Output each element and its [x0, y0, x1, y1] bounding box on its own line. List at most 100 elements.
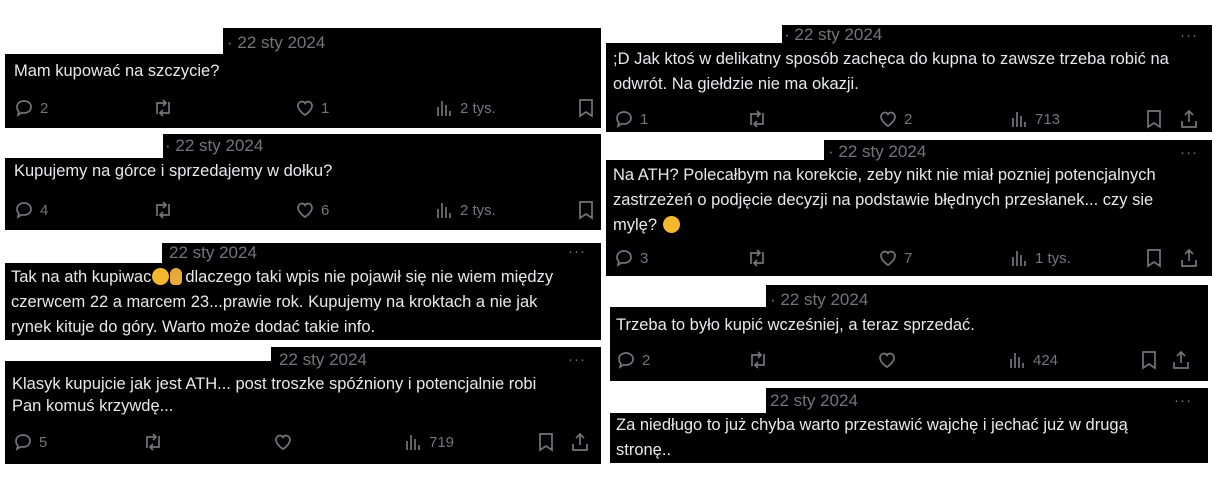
reply-icon	[16, 100, 32, 117]
tweet-card: · 22 sty 2024 ··· Na ATH? Polecałbym na …	[606, 140, 1212, 276]
reply-button[interactable]: 4	[14, 200, 48, 220]
views-button[interactable]: 719	[405, 432, 454, 452]
tweet-text-line: Tak na ath kupiwac	[11, 268, 152, 286]
bookmark-button[interactable]	[538, 432, 554, 452]
bookmark-button[interactable]	[578, 98, 594, 118]
reply-icon	[618, 352, 634, 369]
tweet-text-line: Pan komuś krzywdę...	[12, 397, 174, 415]
view-count: 1 tys.	[1035, 249, 1071, 267]
tweet-text: Za niedługo to już chyba warto przestawi…	[616, 413, 1204, 463]
reply-icon	[616, 111, 632, 128]
retweet-button[interactable]	[152, 200, 174, 220]
reply-icon	[15, 434, 31, 451]
views-icon	[1012, 251, 1026, 266]
views-button[interactable]: 2 tys.	[436, 200, 496, 220]
redacted-author	[606, 25, 782, 43]
tweet-date[interactable]: · 22 sty 2024	[828, 142, 926, 162]
reply-button[interactable]: 5	[13, 432, 47, 452]
bookmark-button[interactable]	[1141, 350, 1157, 370]
more-icon[interactable]: ···	[568, 351, 586, 368]
views-icon	[437, 101, 451, 116]
tweet-text: Mam kupować na szczycie?	[14, 62, 220, 80]
reply-count: 5	[39, 433, 48, 451]
tweet-text-line: Na ATH? Polecałbym na korekcie, zeby nik…	[613, 166, 1156, 184]
tweet-text-line: ;D Jak ktoś w delikatny sposób zachęca d…	[613, 50, 1169, 68]
more-icon[interactable]: ···	[1180, 144, 1198, 161]
heart-icon	[275, 434, 291, 450]
views-button[interactable]: 713	[1011, 109, 1060, 129]
retweet-button[interactable]	[747, 350, 769, 370]
share-button[interactable]	[1180, 248, 1198, 268]
bookmark-button[interactable]	[1146, 109, 1162, 129]
more-icon[interactable]: ···	[1180, 27, 1198, 44]
heart-icon	[879, 352, 895, 368]
tweet-date[interactable]: · 22 sty 2024	[227, 33, 325, 53]
bookmark-icon	[579, 201, 593, 220]
share-icon	[1181, 248, 1197, 267]
share-button[interactable]	[571, 432, 589, 452]
like-button[interactable]	[273, 432, 293, 452]
redacted-author	[5, 28, 223, 54]
tweet-date[interactable]: 22 sty 2024	[770, 391, 858, 411]
like-button[interactable]: 1	[295, 98, 329, 118]
reply-button[interactable]: 2	[616, 350, 650, 370]
views-button[interactable]: 424	[1009, 350, 1058, 370]
tweet-date[interactable]: 22 sty 2024	[169, 243, 257, 263]
bookmark-icon	[1142, 351, 1156, 370]
like-count: 2	[904, 110, 913, 128]
share-icon	[1173, 350, 1189, 369]
retweet-button[interactable]	[746, 248, 768, 268]
views-icon	[406, 435, 420, 450]
reply-count: 2	[40, 99, 49, 117]
views-icon	[1010, 353, 1024, 368]
heart-icon	[880, 250, 896, 266]
reply-button[interactable]: 3	[614, 248, 648, 268]
bookmark-icon	[539, 433, 553, 452]
tweet-date[interactable]: 22 sty 2024	[279, 350, 367, 370]
tweet-text: Klasyk kupujcie jak jest ATH... post tro…	[12, 373, 597, 417]
like-button[interactable]: 7	[878, 248, 912, 268]
tweet-card: 22 sty 2024 ··· Za niedługo to już chyba…	[610, 388, 1208, 463]
tweet-text-line: mylę?	[613, 216, 658, 234]
ok-hand-emoji-icon	[170, 268, 183, 285]
more-icon[interactable]: ···	[568, 243, 586, 260]
share-button[interactable]	[1180, 109, 1198, 129]
share-button[interactable]	[1172, 350, 1190, 370]
retweet-icon	[156, 99, 170, 117]
bookmark-icon	[579, 99, 593, 118]
retweet-button[interactable]	[142, 432, 164, 452]
retweet-icon	[750, 110, 764, 128]
reply-count: 4	[40, 201, 49, 219]
bookmark-button[interactable]	[1146, 248, 1162, 268]
tweet-date[interactable]: · 22 sty 2024	[770, 290, 868, 310]
retweet-button[interactable]	[152, 98, 174, 118]
view-count: 719	[429, 433, 455, 451]
tweet-date[interactable]: · 22 sty 2024	[165, 136, 263, 156]
tweet-text-line: rynek kituje do góry. Warto może dodać t…	[11, 318, 376, 336]
reply-count: 2	[642, 351, 651, 369]
reply-icon	[16, 202, 32, 219]
views-button[interactable]: 2 tys.	[436, 98, 496, 118]
tweet-text-line: czerwcem 22 a marcem 23...prawie rok. Ku…	[11, 293, 538, 311]
views-button[interactable]: 1 tys.	[1011, 248, 1071, 268]
heart-icon	[297, 100, 313, 116]
retweet-button[interactable]	[746, 109, 768, 129]
thinking-face-emoji-icon	[662, 216, 680, 233]
like-button[interactable]: 2	[878, 109, 912, 129]
tweet-text: Trzeba to było kupić wcześniej, a teraz …	[616, 316, 975, 334]
views-icon	[437, 203, 451, 218]
redacted-author	[5, 243, 162, 263]
tweet-card: · 22 sty 2024 Kupujemy na górce i sprzed…	[5, 134, 601, 230]
heart-icon	[297, 202, 313, 218]
reply-count: 3	[640, 249, 649, 267]
tweet-card: · 22 sty 2024 Trzeba to było kupić wcześ…	[610, 285, 1208, 381]
bookmark-button[interactable]	[578, 200, 594, 220]
reply-button[interactable]: 2	[14, 98, 48, 118]
more-icon[interactable]: ···	[1174, 392, 1192, 409]
redacted-author	[610, 285, 766, 307]
tweet-card: 22 sty 2024 ··· Klasyk kupujcie jak jest…	[5, 347, 601, 464]
reply-button[interactable]: 1	[614, 109, 648, 129]
tweet-date[interactable]: · 22 sty 2024	[784, 25, 882, 45]
like-button[interactable]: 6	[295, 200, 329, 220]
like-button[interactable]	[877, 350, 897, 370]
